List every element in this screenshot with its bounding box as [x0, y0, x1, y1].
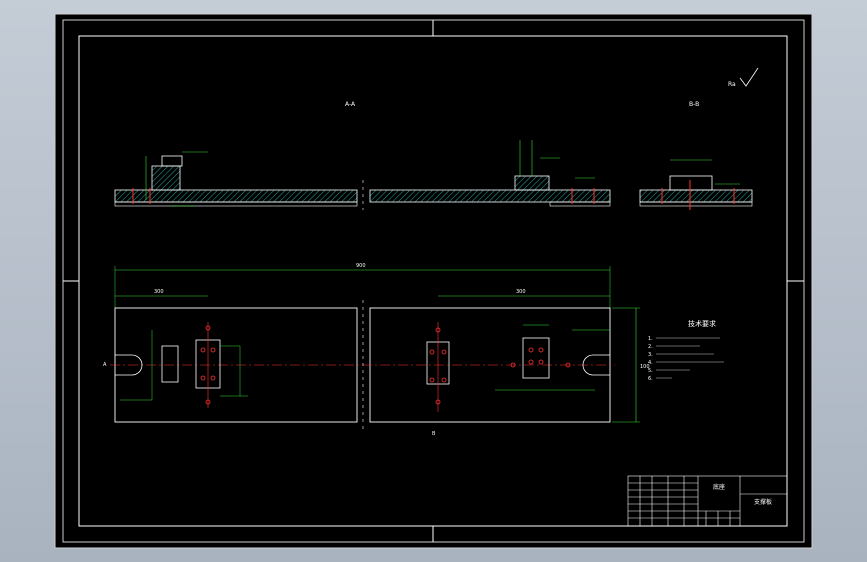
svg-text:300: 300 [154, 289, 164, 295]
svg-text:3.: 3. [648, 352, 653, 358]
svg-text:2.: 2. [648, 344, 653, 350]
drawing-sheet [54, 13, 813, 549]
svg-text:A: A [103, 362, 107, 368]
title-block-name: 底座 [713, 483, 725, 491]
cad-viewport: A-A B-B Ra 900 300 300 100 A B 技术要求 1. 2… [0, 0, 867, 562]
svg-text:5.: 5. [648, 368, 653, 374]
svg-text:1.: 1. [648, 336, 653, 342]
svg-text:Ra: Ra [728, 81, 736, 88]
section-label-left: A-A [345, 101, 356, 108]
svg-text:900: 900 [356, 263, 366, 269]
svg-text:B: B [432, 431, 436, 437]
cad-drawing-canvas[interactable]: A-A B-B Ra 900 300 300 100 A B 技术要求 1. 2… [0, 0, 867, 562]
title-block-drawing-no: 支撑板 [754, 498, 772, 506]
svg-text:4.: 4. [648, 360, 653, 366]
svg-text:300: 300 [516, 289, 526, 295]
svg-text:6.: 6. [648, 376, 653, 382]
svg-text:技术要求: 技术要求 [688, 319, 716, 328]
section-label-middle: B-B [689, 101, 699, 108]
